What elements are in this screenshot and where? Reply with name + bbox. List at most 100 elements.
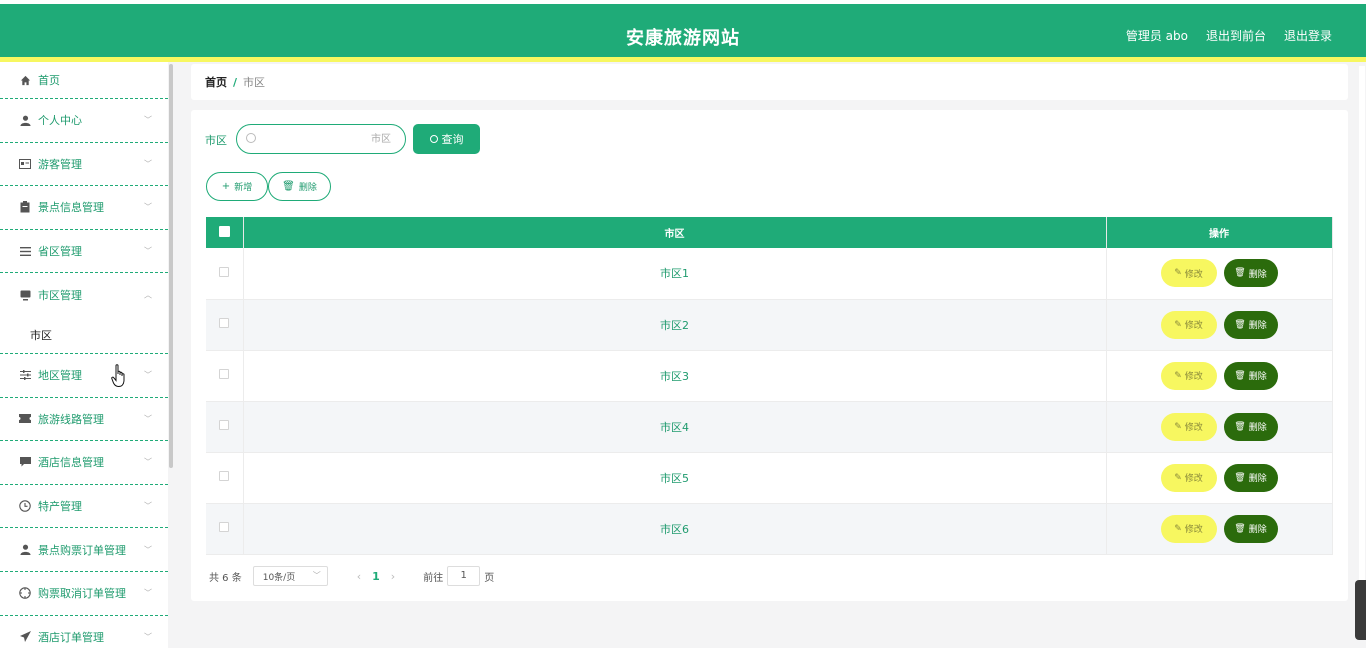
sidebar-item-region-management[interactable]: 地区管理 ﹀	[0, 354, 168, 398]
row-checkbox[interactable]	[219, 420, 230, 430]
row-checkbox[interactable]	[219, 266, 230, 277]
row-checkbox[interactable]	[219, 471, 230, 481]
city-cell: 市区5	[243, 452, 1107, 504]
sidebar-item-city-management[interactable]: 市区管理 ︿	[0, 273, 168, 317]
trash-icon: 🗑	[1234, 472, 1246, 483]
sidebar-subitem-city[interactable]: 市区	[0, 317, 168, 354]
pencil-icon: ✎	[1174, 472, 1182, 483]
city-cell: 市区3	[243, 350, 1107, 402]
edit-label: 修改	[1184, 525, 1203, 535]
sidebar-item-hotel-order-management[interactable]: 酒店订单管理 ﹀	[0, 616, 168, 648]
batch-delete-button-label: 删除	[298, 183, 317, 193]
sidebar-item-visitor-management[interactable]: 游客管理 ﹀	[0, 143, 168, 187]
sidebar-item-label: 购票取消订单管理	[38, 587, 126, 601]
trash-icon: 🗑	[1234, 319, 1246, 330]
edit-label: 修改	[1184, 269, 1203, 280]
sidebar-item-ticket-order-management[interactable]: 景点购票订单管理 ﹀	[0, 528, 168, 572]
pencil-icon: ✎	[1174, 370, 1182, 381]
edit-label: 修改	[1184, 474, 1203, 484]
search-input[interactable]	[261, 129, 391, 149]
delete-label: 删除	[1248, 423, 1267, 433]
delete-label: 删除	[1248, 321, 1267, 331]
edit-button[interactable]: ✎ 修改	[1160, 361, 1217, 390]
select-all-checkbox[interactable]	[218, 225, 230, 237]
header-bar: 安康旅游网站 管理员 abo 退出到前台 退出登录	[0, 4, 1366, 58]
query-button-label: 查询	[441, 133, 464, 146]
city-cell: 市区4	[243, 401, 1107, 453]
search-box[interactable]	[236, 124, 406, 154]
sidebar-item-personal-center[interactable]: 个人中心 ﹀	[0, 99, 168, 143]
edit-button[interactable]: ✎ 修改	[1160, 259, 1217, 288]
edit-button[interactable]: ✎ 修改	[1160, 514, 1217, 543]
clock-icon	[19, 500, 31, 512]
sidebar-item-province-management[interactable]: 省区管理 ﹀	[0, 230, 168, 274]
sidebar-item-label: 旅游线路管理	[38, 412, 104, 426]
row-checkbox[interactable]	[219, 522, 230, 532]
trash-icon: 🗑	[1234, 370, 1246, 381]
delete-button[interactable]: 🗑 删除	[1223, 412, 1278, 441]
compass-icon	[19, 587, 31, 599]
chevron-down-icon: ﹀	[144, 632, 152, 642]
table-row: 市区5 ✎ 修改 🗑 删除	[206, 452, 1333, 504]
delete-button[interactable]: 🗑 删除	[1223, 310, 1278, 339]
edit-button[interactable]: ✎ 修改	[1160, 463, 1217, 492]
chevron-down-icon: ﹀	[144, 414, 152, 424]
sidebar-item-scenic-info-management[interactable]: 景点信息管理 ﹀	[0, 186, 168, 230]
goto-page-input[interactable]: 1	[447, 566, 481, 586]
sidebar-item-specialty-management[interactable]: 特产管理 ﹀	[0, 485, 168, 529]
sidebar-item-ticket-cancel-management[interactable]: 购票取消订单管理 ﹀	[0, 572, 168, 616]
table-row: 市区4 ✎ 修改 🗑 删除	[206, 401, 1333, 453]
back-to-front-link[interactable]: 退出到前台	[1206, 27, 1266, 44]
edit-button[interactable]: ✎ 修改	[1160, 412, 1217, 441]
prev-page-button[interactable]: ‹	[357, 570, 361, 583]
actions-cell: ✎ 修改 🗑 删除	[1106, 299, 1333, 351]
side-widget-tab[interactable]	[1355, 580, 1366, 640]
plus-icon: +	[221, 181, 231, 192]
sidebar-item-label: 特产管理	[38, 500, 82, 514]
add-button[interactable]: + 新增	[206, 172, 268, 201]
chevron-down-icon: ﹀	[144, 246, 152, 256]
total-count: 共 6 条	[209, 572, 242, 584]
delete-button[interactable]: 🗑 删除	[1223, 361, 1278, 390]
row-checkbox[interactable]	[219, 318, 230, 328]
trash-icon: 🗑	[282, 181, 295, 192]
pencil-icon: ✎	[1174, 319, 1182, 330]
delete-label: 删除	[1248, 525, 1267, 535]
pencil-icon: ✎	[1174, 268, 1182, 279]
query-button[interactable]: 查询	[413, 124, 480, 154]
edit-label: 修改	[1184, 321, 1203, 331]
sidebar: 首页 个人中心 ﹀ 游客管理 ﹀ 景点信息管理 ﹀ 省区管理 ﹀ 市区管理 ︿	[0, 62, 168, 648]
row-checkbox[interactable]	[219, 369, 230, 379]
sidebar-item-label: 市区管理	[38, 289, 82, 303]
user-icon	[19, 114, 31, 126]
actions-cell: ✎ 修改 🗑 删除	[1106, 350, 1333, 402]
delete-label: 删除	[1248, 269, 1267, 280]
page-size-select[interactable]: 10条/页 ﹀	[252, 566, 328, 586]
delete-button[interactable]: 🗑 删除	[1223, 514, 1278, 543]
sidebar-scrollbar[interactable]	[169, 64, 173, 468]
search-icon	[246, 133, 256, 143]
send-icon	[19, 631, 31, 643]
city-cell: 市区2	[243, 299, 1107, 351]
delete-button[interactable]: 🗑 删除	[1223, 259, 1278, 288]
search-icon	[429, 135, 438, 143]
delete-button[interactable]: 🗑 删除	[1223, 463, 1278, 492]
admin-name[interactable]: 管理员 abo	[1126, 27, 1188, 44]
breadcrumb-home[interactable]: 首页	[205, 74, 227, 90]
current-page[interactable]: 1	[372, 570, 380, 583]
sidebar-item-label: 景点信息管理	[38, 201, 104, 215]
home-icon	[19, 74, 31, 86]
user-icon	[19, 544, 31, 556]
actions-cell: ✎ 修改 🗑 删除	[1106, 452, 1333, 504]
sidebar-item-label: 地区管理	[38, 369, 82, 383]
select-all-cell[interactable]	[206, 217, 244, 248]
table-row: 市区6 ✎ 修改 🗑 删除	[206, 503, 1333, 555]
batch-delete-button[interactable]: 🗑 删除	[268, 172, 331, 201]
sidebar-item-hotel-info-management[interactable]: 酒店信息管理 ﹀	[0, 441, 168, 485]
next-page-button[interactable]: ›	[391, 570, 395, 583]
sidebar-item-route-management[interactable]: 旅游线路管理 ﹀	[0, 398, 168, 442]
sidebar-item-home[interactable]: 首页	[0, 62, 168, 99]
logout-link[interactable]: 退出登录	[1284, 27, 1332, 44]
edit-button[interactable]: ✎ 修改	[1160, 310, 1217, 339]
city-cell: 市区1	[243, 248, 1107, 300]
